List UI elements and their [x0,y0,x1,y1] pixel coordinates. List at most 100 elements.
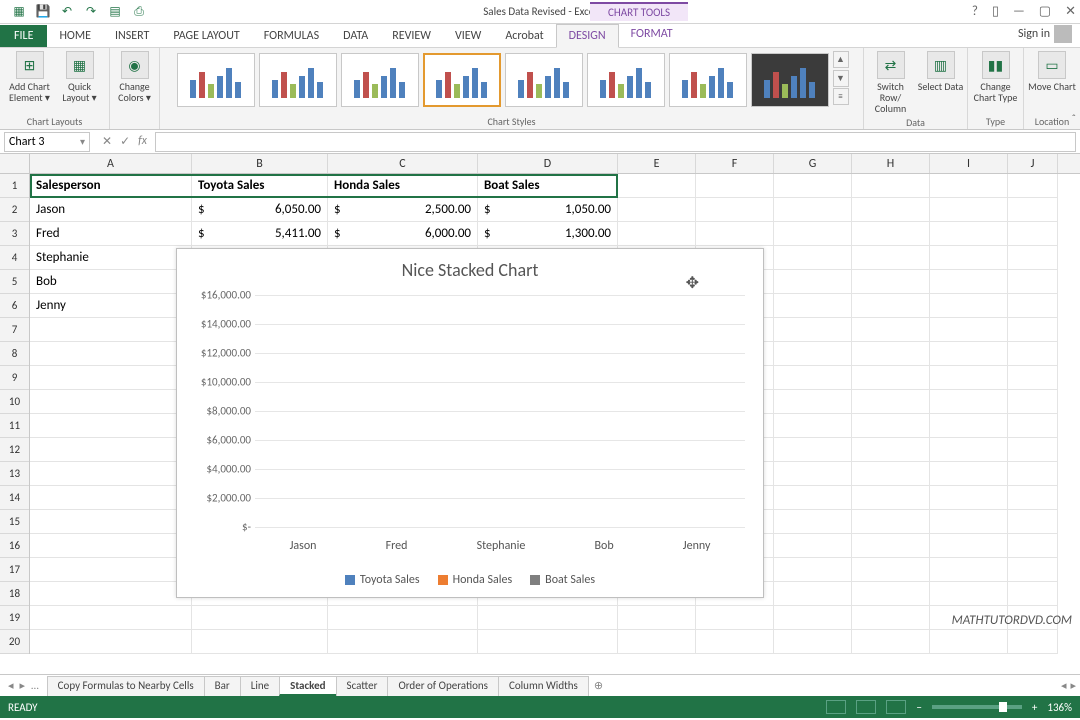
sheet-tab[interactable]: Column Widths [498,676,589,696]
change-colors-button[interactable]: ◉ Change Colors ▾ [111,51,159,103]
row-header[interactable]: 16 [0,534,29,558]
cell[interactable] [930,342,1008,365]
cell[interactable] [930,270,1008,293]
sheet-nav-more-icon[interactable]: … [31,679,39,692]
cell[interactable] [852,342,930,365]
redo-icon[interactable]: ↷ [84,5,98,19]
cell[interactable] [930,510,1008,533]
cell[interactable] [1008,318,1058,341]
ribbon-toggle-icon[interactable]: ▯ [992,4,999,19]
cell[interactable] [696,174,774,197]
cell[interactable] [696,606,774,629]
switch-row-column-button[interactable]: ⇄ Switch Row/ Column [867,51,915,114]
cell[interactable] [1008,510,1058,533]
cell[interactable] [30,534,192,557]
cell[interactable] [192,630,328,653]
tab-review[interactable]: REVIEW [380,25,443,47]
cell[interactable] [930,294,1008,317]
cell[interactable] [930,534,1008,557]
cell[interactable] [774,198,852,221]
cell[interactable] [930,558,1008,581]
legend-item[interactable]: Honda Sales [438,573,513,587]
cell[interactable] [852,174,930,197]
cell[interactable]: $1,050.00 [478,198,618,221]
column-header[interactable]: D [478,154,618,173]
cell[interactable] [1008,174,1058,197]
gallery-scroll[interactable]: ▲ ▼ ≡ [833,51,849,105]
cell[interactable] [852,390,930,413]
row-header[interactable]: 17 [0,558,29,582]
cell[interactable] [30,366,192,389]
cell[interactable] [1008,534,1058,557]
column-header[interactable]: F [696,154,774,173]
cell[interactable] [1008,558,1058,581]
sheet-nav-first-icon[interactable]: ◂ [8,679,14,692]
cell[interactable] [852,366,930,389]
cell[interactable] [774,510,852,533]
cell[interactable]: Honda Sales [328,174,478,197]
cell[interactable] [930,582,1008,605]
gallery-up-icon[interactable]: ▲ [833,51,849,68]
row-header[interactable]: 18 [0,582,29,606]
embedded-chart[interactable]: Nice Stacked Chart ✥ $16,000.00$14,000.0… [176,248,764,598]
collapse-ribbon-icon[interactable]: ˆ [1072,112,1076,125]
cell[interactable] [1008,246,1058,269]
tab-acrobat[interactable]: Acrobat [493,25,555,47]
cell[interactable] [852,198,930,221]
cell[interactable] [852,606,930,629]
sheet-tab[interactable]: Bar [204,676,241,696]
close-icon[interactable]: ✕ [1065,4,1076,19]
gallery-more-icon[interactable]: ≡ [833,88,849,105]
cell[interactable] [852,270,930,293]
column-header[interactable]: J [1008,154,1058,173]
row-header[interactable]: 1 [0,174,29,198]
row-header[interactable]: 20 [0,630,29,654]
column-header[interactable]: I [930,154,1008,173]
cell[interactable] [774,438,852,461]
cell[interactable] [930,462,1008,485]
chevron-down-icon[interactable]: ▾ [80,135,85,148]
row-header[interactable]: 2 [0,198,29,222]
row-header[interactable]: 5 [0,270,29,294]
row-header[interactable]: 7 [0,318,29,342]
cell[interactable]: Bob [30,270,192,293]
chart-style-thumb[interactable] [341,53,419,107]
cell[interactable] [774,534,852,557]
new-icon[interactable]: ▤ [108,5,122,19]
cell[interactable] [852,510,930,533]
cell[interactable] [192,606,328,629]
tab-home[interactable]: HOME [47,25,103,47]
cell[interactable] [1008,486,1058,509]
chart-style-thumb[interactable] [177,53,255,107]
chart-style-thumb[interactable] [505,53,583,107]
cell[interactable] [852,462,930,485]
sign-in[interactable]: Sign in [1010,21,1080,47]
cell[interactable] [30,582,192,605]
cell[interactable] [30,438,192,461]
column-header[interactable]: A [30,154,192,173]
cell[interactable] [930,174,1008,197]
cell[interactable] [30,558,192,581]
cell[interactable] [30,318,192,341]
column-header[interactable]: C [328,154,478,173]
cell[interactable]: Stephanie [30,246,192,269]
cell[interactable] [30,414,192,437]
cell[interactable]: $5,411.00 [192,222,328,245]
cell[interactable] [30,606,192,629]
cell[interactable] [1008,438,1058,461]
tab-file[interactable]: FILE [0,25,47,47]
cell[interactable] [30,510,192,533]
formula-input[interactable] [155,132,1076,152]
cell[interactable] [1008,222,1058,245]
cell[interactable] [774,246,852,269]
cell[interactable] [30,486,192,509]
tab-data[interactable]: DATA [331,25,380,47]
cell[interactable]: Jenny [30,294,192,317]
chart-style-thumb[interactable] [259,53,337,107]
row-header[interactable]: 10 [0,390,29,414]
sheet-nav-prev-icon[interactable]: ▸ [20,679,26,692]
row-header[interactable]: 3 [0,222,29,246]
hscroll-right-icon[interactable]: ▸ [1070,679,1076,692]
cell[interactable] [1008,414,1058,437]
cell[interactable]: $6,050.00 [192,198,328,221]
